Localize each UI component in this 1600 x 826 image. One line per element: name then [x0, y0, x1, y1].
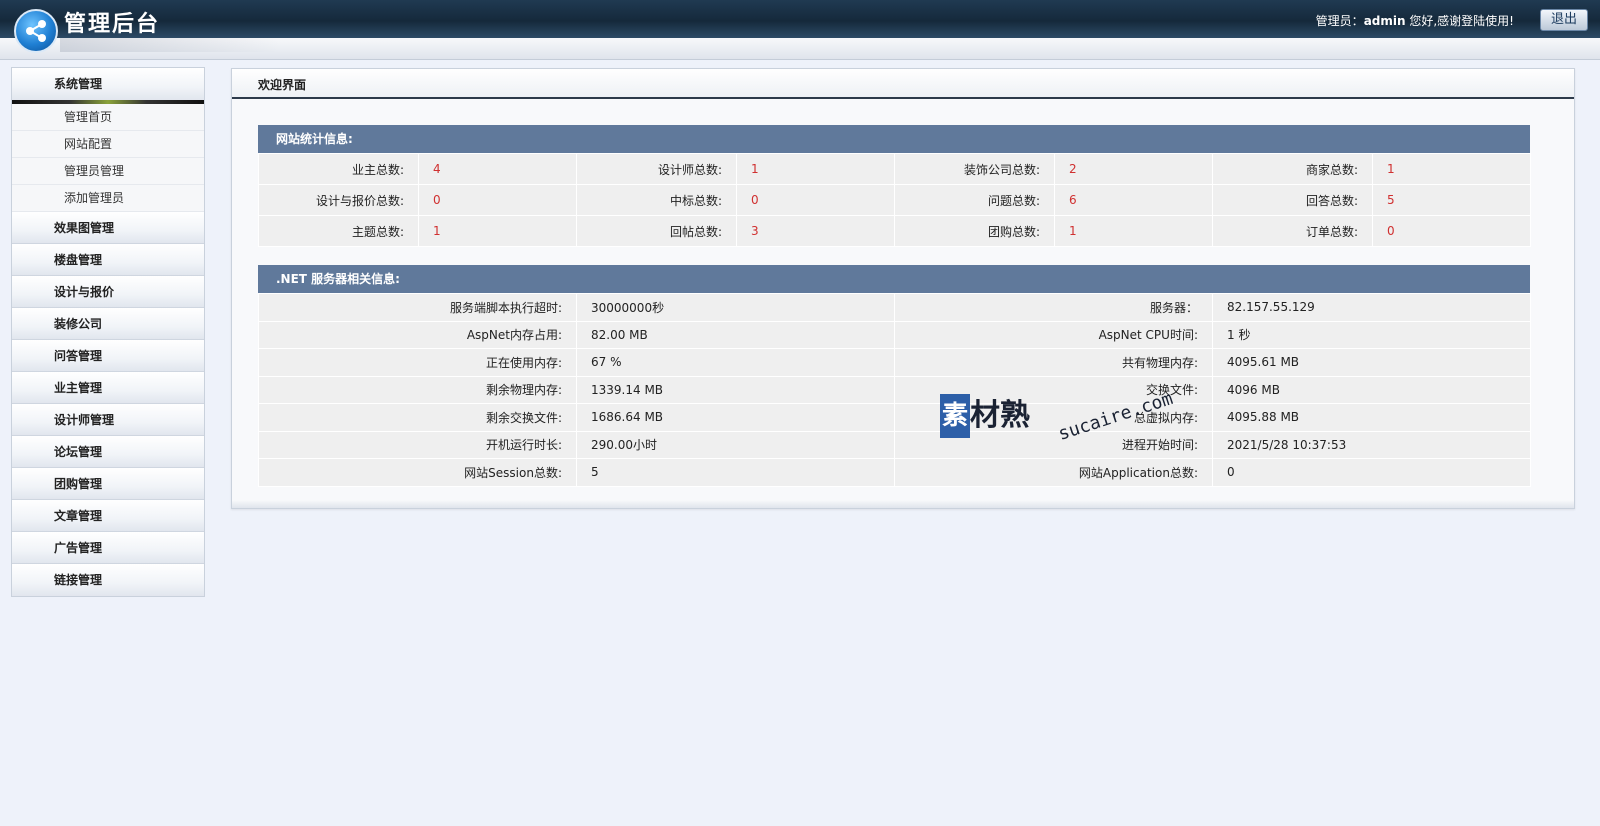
stat-label: 设计师总数: — [576, 153, 737, 185]
table-row: 剩余物理内存: 1339.14 MB 交换文件: 4096 MB — [258, 375, 1531, 404]
server-label: 正在使用内存: — [258, 348, 577, 377]
sidebar-group-designers[interactable]: 设计师管理 — [12, 404, 204, 436]
stat-value: 1 — [736, 153, 895, 185]
username: admin — [1363, 14, 1406, 28]
stat-label: 主题总数: — [258, 215, 419, 247]
sidebar-item-add-admin[interactable]: 添加管理员 — [12, 185, 204, 212]
server-value: 4096 MB — [1212, 375, 1531, 404]
sidebar-item-home[interactable]: 管理首页 — [12, 104, 204, 131]
logo-icon — [14, 9, 58, 53]
server-label: AspNet CPU时间: — [894, 320, 1213, 349]
main-panel: 欢迎界面 网站统计信息: 业主总数: 4 设计师总数: 1 装饰公司总数: 2 商家总… — [231, 68, 1575, 509]
stat-label: 问题总数: — [894, 184, 1055, 216]
sidebar-group-owners[interactable]: 业主管理 — [12, 372, 204, 404]
stat-label: 回帖总数: — [576, 215, 737, 247]
server-label: 剩余物理内存: — [258, 375, 577, 404]
server-value: 82.00 MB — [576, 320, 895, 349]
server-label: 开机运行时长: — [258, 430, 577, 459]
sidebar-group-decoration-company[interactable]: 装修公司 — [12, 308, 204, 340]
sidebar-group-articles[interactable]: 文章管理 — [12, 500, 204, 532]
table-row: 网站Session总数: 5 网站Application总数: 0 — [258, 458, 1531, 487]
stats-heading: 网站统计信息: — [258, 125, 1530, 153]
stat-label: 订单总数: — [1212, 215, 1373, 247]
table-row: 业主总数: 4 设计师总数: 1 装饰公司总数: 2 商家总数: 1 — [258, 153, 1531, 185]
watermark-box: 素 — [940, 394, 970, 438]
server-section: .NET 服务器相关信息: 服务端脚本执行超时: 30000000秒 服务器： 82… — [258, 265, 1531, 487]
server-value: 5 — [576, 458, 895, 487]
stat-value: 0 — [418, 184, 577, 216]
server-value: 1686.64 MB — [576, 403, 895, 432]
server-heading: .NET 服务器相关信息: — [258, 265, 1530, 293]
sidebar-group-design-quote[interactable]: 设计与报价 — [12, 276, 204, 308]
stat-label: 设计与报价总数: — [258, 184, 419, 216]
stat-value: 1 — [418, 215, 577, 247]
stat-value: 1 — [1054, 215, 1213, 247]
stat-value: 2 — [1054, 153, 1213, 185]
stat-value: 1 — [1372, 153, 1531, 185]
watermark: 素 材熟 sucaire.com — [940, 388, 1190, 454]
sidebar-group-links[interactable]: 链接管理 — [12, 564, 204, 596]
server-value: 1339.14 MB — [576, 375, 895, 404]
header-shadow — [60, 38, 280, 52]
server-label: 网站Session总数: — [258, 458, 577, 487]
table-row: 剩余交换文件: 1686.64 MB 总虚拟内存: 4095.88 MB — [258, 403, 1531, 432]
stat-value: 3 — [736, 215, 895, 247]
stat-value: 6 — [1054, 184, 1213, 216]
sidebar: 系统管理 管理首页 网站配置 管理员管理 添加管理员 效果图管理 楼盘管理 设计… — [11, 67, 205, 597]
sidebar-group-forum[interactable]: 论坛管理 — [12, 436, 204, 468]
server-value: 67 % — [576, 348, 895, 377]
server-value: 4095.61 MB — [1212, 348, 1531, 377]
server-label: AspNet内存占用: — [258, 320, 577, 349]
sidebar-group-properties[interactable]: 楼盘管理 — [12, 244, 204, 276]
sidebar-group-renderings[interactable]: 效果图管理 — [12, 212, 204, 244]
panel-footer — [232, 500, 1574, 508]
logout-button[interactable]: 退出 — [1540, 9, 1588, 31]
stat-value: 5 — [1372, 184, 1531, 216]
stat-value: 0 — [1372, 215, 1531, 247]
sidebar-group-groupbuy[interactable]: 团购管理 — [12, 468, 204, 500]
stats-section: 网站统计信息: 业主总数: 4 设计师总数: 1 装饰公司总数: 2 商家总数: 1 设… — [258, 125, 1531, 247]
sidebar-group-system[interactable]: 系统管理 — [12, 68, 204, 100]
server-value: 2021/5/28 10:37:53 — [1212, 430, 1531, 459]
server-value: 290.00小时 — [576, 430, 895, 459]
server-label: 共有物理内存: — [894, 348, 1213, 377]
server-label: 服务器： — [894, 293, 1213, 322]
stat-value: 0 — [736, 184, 895, 216]
app-title: 管理后台 — [64, 12, 161, 37]
greet-prefix: 管理员： — [1315, 14, 1364, 28]
stat-value: 4 — [418, 153, 577, 185]
stat-label: 团购总数: — [894, 215, 1055, 247]
user-greeting: 管理员：admin 您好,感谢登陆使用! — [1316, 12, 1514, 29]
server-value: 30000000秒 — [576, 293, 895, 322]
watermark-domain: sucaire.com — [1055, 388, 1176, 445]
stat-label: 中标总数: — [576, 184, 737, 216]
greet-suffix: 您好,感谢登陆使用! — [1405, 14, 1514, 28]
watermark-text: 材熟 — [970, 398, 1030, 433]
server-label: 服务端脚本执行超时: — [258, 293, 577, 322]
header: 管理后台 管理员：admin 您好,感谢登陆使用! 退出 — [0, 0, 1600, 60]
stat-label: 商家总数: — [1212, 153, 1373, 185]
table-row: 设计与报价总数: 0 中标总数: 0 问题总数: 6 回答总数: 5 — [258, 184, 1531, 216]
server-label: 网站Application总数: — [894, 458, 1213, 487]
table-row: 服务端脚本执行超时: 30000000秒 服务器： 82.157.55.129 — [258, 293, 1531, 322]
server-value: 82.157.55.129 — [1212, 293, 1531, 322]
table-row: 正在使用内存: 67 % 共有物理内存: 4095.61 MB — [258, 348, 1531, 377]
stat-label: 业主总数: — [258, 153, 419, 185]
table-row: AspNet内存占用: 82.00 MB AspNet CPU时间: 1 秒 — [258, 320, 1531, 349]
server-label: 剩余交换文件: — [258, 403, 577, 432]
stat-label: 装饰公司总数: — [894, 153, 1055, 185]
sidebar-group-ads[interactable]: 广告管理 — [12, 532, 204, 564]
table-row: 主题总数: 1 回帖总数: 3 团购总数: 1 订单总数: 0 — [258, 215, 1531, 247]
sidebar-group-qa[interactable]: 问答管理 — [12, 340, 204, 372]
server-table: 服务端脚本执行超时: 30000000秒 服务器： 82.157.55.129 As… — [258, 293, 1531, 487]
server-value: 4095.88 MB — [1212, 403, 1531, 432]
sidebar-item-site-config[interactable]: 网站配置 — [12, 131, 204, 158]
server-value: 1 秒 — [1212, 320, 1531, 349]
table-row: 开机运行时长: 290.00小时 进程开始时间: 2021/5/28 10:37:5… — [258, 430, 1531, 459]
sidebar-item-admin-manage[interactable]: 管理员管理 — [12, 158, 204, 185]
stat-label: 回答总数: — [1212, 184, 1373, 216]
page-title: 欢迎界面 — [232, 69, 1574, 99]
stats-table: 业主总数: 4 设计师总数: 1 装饰公司总数: 2 商家总数: 1 设计与报价总数: 0… — [258, 153, 1531, 247]
server-value: 0 — [1212, 458, 1531, 487]
